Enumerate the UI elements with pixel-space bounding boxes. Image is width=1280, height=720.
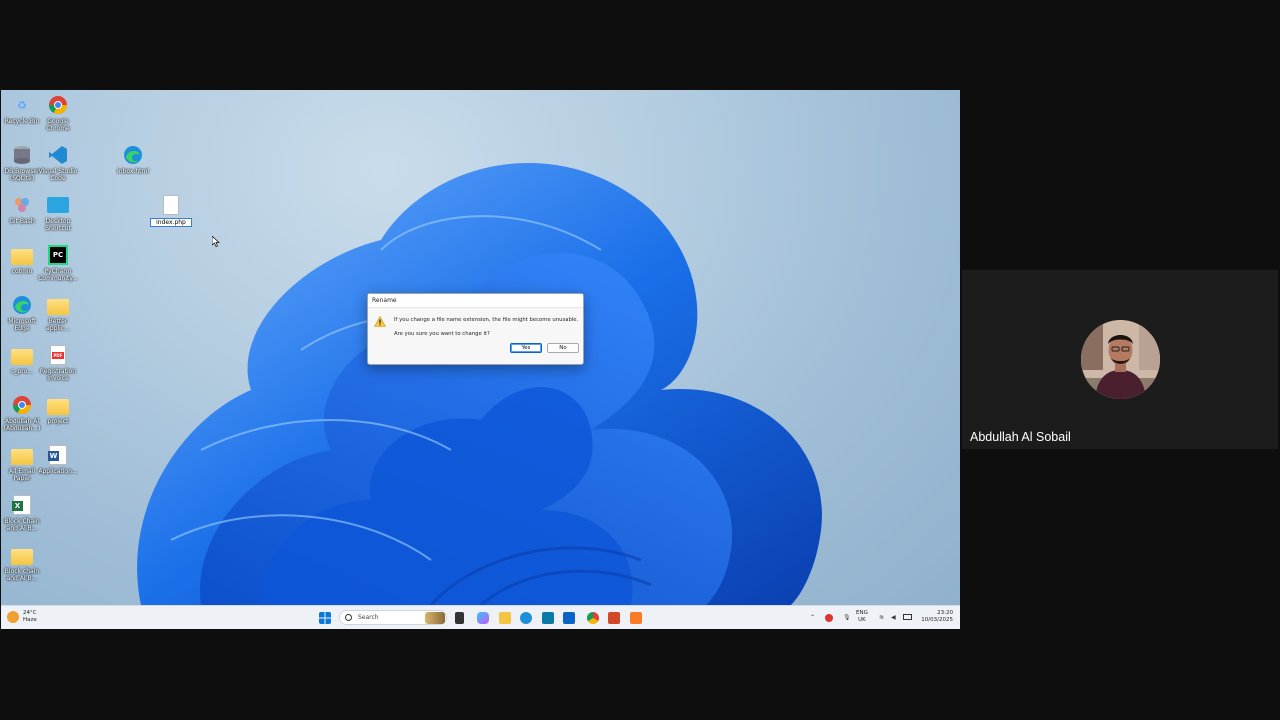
desktop-icon-shortcut[interactable]: Desktop Shortcut (37, 194, 79, 232)
search-icon (345, 614, 352, 621)
desktop-icon-folder-blockchain[interactable]: Block chain and AI B... (1, 544, 43, 582)
folder-icon (11, 244, 33, 266)
meeting-stage: ♻ Recycle Bin Google Chrome DB Browser (… (0, 0, 1280, 720)
weather-icon (7, 611, 19, 623)
desktop-icon-folder-better[interactable]: Better applic... (37, 294, 79, 332)
taskbar-clock[interactable]: 23:20 10/03/2025 (919, 610, 953, 624)
edge-icon (11, 294, 33, 316)
chevron-up-icon[interactable]: ⌃ (810, 614, 815, 621)
desktop-icon-vscode[interactable]: Visual Studio Code (37, 144, 79, 182)
search-highlight-icon (425, 612, 445, 624)
desktop-icon-pycharm[interactable]: PC PyCharm Community... (37, 244, 79, 282)
vscode-icon (47, 144, 69, 166)
taskbar: 24°C Haze Search ⌃ 🎙 ENG UK ≋ ◀ 23:20 10… (1, 605, 960, 629)
weather-temperature: 24°C (23, 610, 37, 616)
mouse-cursor-icon (212, 236, 220, 247)
windows-start-icon[interactable] (319, 612, 331, 624)
dialog-message: If you change a file name extension, the… (394, 317, 579, 323)
desktop-shortcut-icon (47, 194, 69, 216)
chrome-taskbar-icon[interactable] (587, 612, 599, 624)
desktop-icon-index-php[interactable]: index.php (150, 194, 192, 227)
weather-widget[interactable]: 24°C Haze (7, 610, 37, 624)
folder-icon (11, 344, 33, 366)
copilot-icon[interactable] (477, 612, 489, 624)
shared-screen: ♻ Recycle Bin Google Chrome DB Browser (… (1, 90, 960, 629)
participant-tile[interactable]: Abdullah Al Sobail (962, 270, 1278, 449)
security-icon[interactable] (825, 614, 833, 622)
task-view-icon[interactable] (455, 612, 464, 624)
pycharm-icon: PC (47, 244, 69, 266)
folder-icon (11, 444, 33, 466)
clock-time: 23:20 (937, 610, 953, 616)
xampp-icon[interactable] (630, 612, 642, 624)
folder-icon (11, 544, 33, 566)
participant-avatar (1081, 320, 1160, 399)
battery-icon[interactable] (903, 614, 912, 620)
pdf-icon: PDF (47, 344, 69, 366)
language-indicator[interactable]: ENG UK (856, 610, 868, 624)
file-icon (160, 194, 182, 216)
desktop-icon-word[interactable]: W Application... (37, 444, 79, 475)
store-icon[interactable] (542, 612, 554, 624)
desktop-icon-chrome[interactable]: Google Chrome (37, 94, 79, 132)
desktop-icon-inbox-html[interactable]: Inbox.html (112, 144, 154, 175)
git-bash-icon (11, 194, 33, 216)
desktop-icon-folder-project[interactable]: project (37, 394, 79, 425)
powerpoint-icon[interactable] (608, 612, 620, 624)
microphone-icon[interactable]: 🎙 (843, 614, 851, 621)
rename-dialog: Rename If you change a file name extensi… (367, 293, 584, 365)
dialog-question: Are you sure you want to change it? (394, 331, 490, 337)
file-explorer-icon[interactable] (499, 612, 511, 624)
folder-icon (47, 394, 69, 416)
desktop-icon-excel[interactable]: X Block Chain and Ai B... (1, 494, 43, 532)
excel-icon: X (11, 494, 33, 516)
database-icon (11, 144, 33, 166)
chrome-icon (11, 394, 33, 416)
dialog-title: Rename (368, 294, 583, 308)
participant-name: Abdullah Al Sobail (970, 430, 1071, 444)
warning-icon (374, 316, 386, 327)
language-code: ENG (856, 610, 868, 616)
search-placeholder: Search (358, 614, 379, 621)
recycle-bin-icon: ♻ (17, 98, 27, 112)
no-button[interactable]: No (547, 343, 579, 353)
region-code: UK (858, 617, 866, 623)
edge-taskbar-icon[interactable] (520, 612, 532, 624)
word-icon: W (47, 444, 69, 466)
weather-description: Haze (23, 617, 37, 623)
desktop-icon-pdf[interactable]: PDF Registration Invoice (37, 344, 79, 382)
yes-button[interactable]: Yes (510, 343, 542, 353)
chrome-icon (47, 94, 69, 116)
outlook-icon[interactable] (563, 612, 575, 624)
folder-icon (47, 294, 69, 316)
edge-icon (122, 144, 144, 166)
volume-icon[interactable]: ◀ (891, 614, 896, 621)
wifi-icon[interactable]: ≋ (879, 614, 884, 621)
clock-date: 10/03/2025 (921, 617, 953, 623)
